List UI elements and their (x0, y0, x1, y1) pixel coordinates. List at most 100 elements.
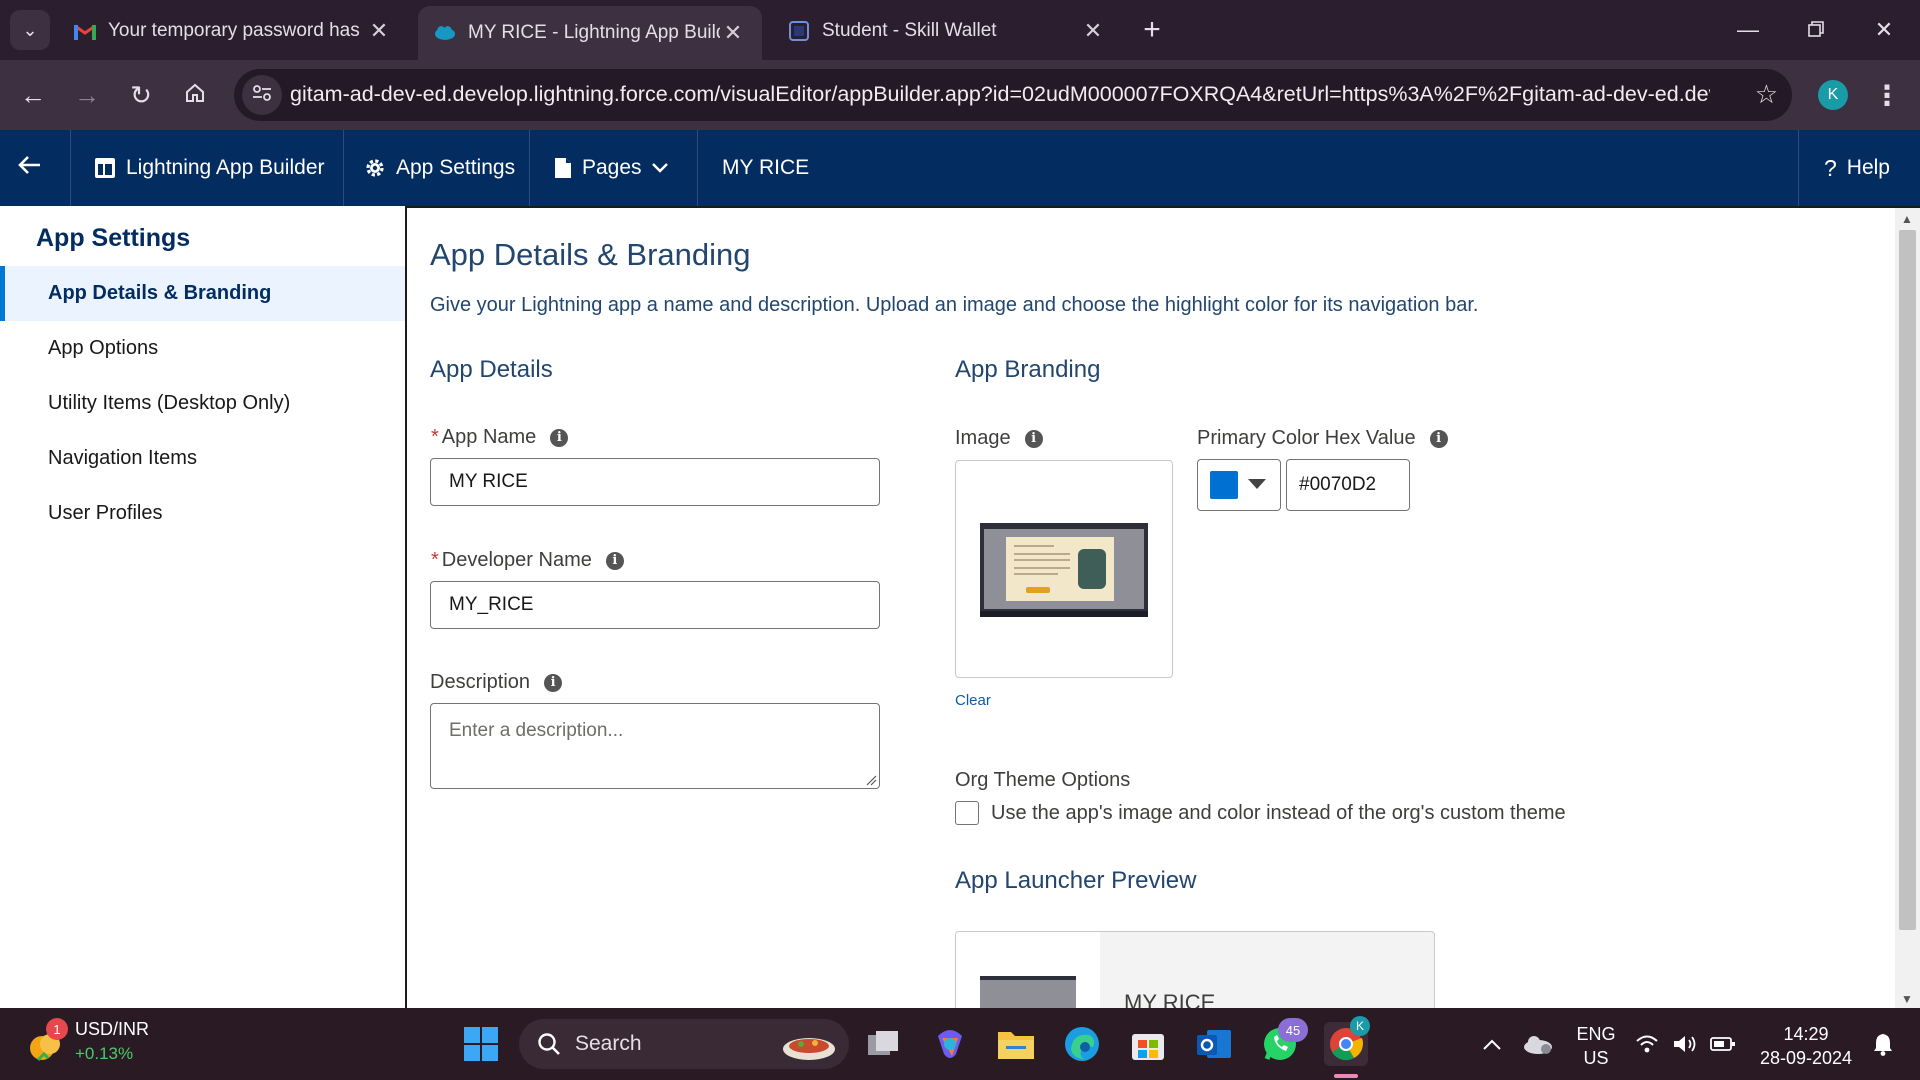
developer-name-label-text: Developer Name (441, 549, 592, 571)
sidebar-item-app-details-branding[interactable]: App Details & Branding (0, 266, 405, 321)
org-theme-label: Org Theme Options (955, 769, 1131, 791)
volume-icon[interactable] (1668, 1022, 1702, 1066)
panel-scrollbar[interactable]: ▲ ▼ (1895, 208, 1920, 1008)
edge-browser-icon[interactable] (1060, 1022, 1104, 1066)
org-theme-checkbox[interactable] (955, 801, 979, 825)
active-app-indicator (1334, 1074, 1358, 1078)
arrow-right-icon: → (74, 79, 100, 110)
whatsapp-badge: 45 (1278, 1018, 1308, 1042)
new-tab-button[interactable]: + (1136, 12, 1168, 48)
app-branding-heading: App Branding (955, 356, 1101, 383)
scroll-down-icon[interactable]: ▼ (1901, 992, 1913, 1006)
developer-name-input[interactable]: MY_RICE (430, 581, 880, 629)
description-placeholder: Enter a description... (449, 720, 624, 741)
sidebar-item-navigation-items[interactable]: Navigation Items (0, 431, 405, 486)
tab-title: MY RICE - Lightning App Builde (468, 22, 720, 43)
outlook-icon[interactable] (1192, 1022, 1236, 1066)
help-button[interactable]: ? Help (1824, 130, 1890, 206)
tab-search-button[interactable]: ⌄ (10, 10, 50, 50)
info-icon[interactable]: i (544, 673, 563, 692)
sidebar-item-utility-items[interactable]: Utility Items (Desktop Only) (0, 376, 405, 431)
arrow-left-icon: ← (20, 79, 46, 110)
org-theme-checkbox-label[interactable]: Use the app's image and color instead of… (991, 802, 1566, 825)
home-icon (184, 80, 206, 111)
back-button[interactable] (0, 130, 70, 206)
pages-menu-button[interactable]: Pages (554, 130, 668, 206)
notification-bell-icon[interactable] (1866, 1022, 1900, 1066)
file-explorer-icon[interactable] (994, 1022, 1038, 1066)
wifi-icon[interactable] (1630, 1022, 1664, 1066)
scrollbar-thumb[interactable] (1899, 230, 1916, 930)
image-label-text: Image (955, 427, 1011, 449)
app-image-uploader[interactable] (955, 460, 1173, 678)
page-icon (555, 158, 571, 178)
copilot-icon[interactable] (928, 1022, 972, 1066)
clock[interactable]: 14:29 28-09-2024 (1752, 1022, 1860, 1070)
widget-title[interactable]: USD/INR (75, 1019, 149, 1040)
bookmark-star-icon[interactable]: ☆ (1755, 79, 1778, 110)
app-image-thumbnail (980, 523, 1148, 617)
browser-menu-icon[interactable]: ⋮ (1872, 78, 1902, 112)
minimize-button[interactable]: — (1718, 10, 1778, 50)
close-icon[interactable]: ✕ (1080, 18, 1106, 44)
home-button[interactable] (174, 74, 216, 116)
onedrive-weather-icon[interactable] (1516, 1022, 1560, 1066)
color-picker-button[interactable] (1197, 459, 1281, 511)
windows-start-icon[interactable] (459, 1022, 503, 1066)
salesforce-cloud-icon (434, 22, 456, 44)
sidebar-item-app-options[interactable]: App Options (0, 321, 405, 376)
show-hidden-icons-chevron-up-icon[interactable] (1470, 1022, 1514, 1066)
microsoft-store-icon[interactable] (1126, 1022, 1170, 1066)
reload-button[interactable]: ↻ (120, 74, 162, 116)
back-button[interactable]: ← (12, 74, 54, 116)
app-details-heading: App Details (430, 356, 553, 383)
close-icon[interactable]: ✕ (720, 20, 746, 46)
info-icon[interactable]: i (1429, 429, 1448, 448)
window-close-button[interactable]: ✕ (1854, 10, 1914, 50)
help-label: Help (1846, 156, 1890, 179)
app-name-label-text: App Name (441, 426, 537, 448)
close-icon[interactable]: ✕ (366, 18, 392, 44)
browser-tab-app-builder[interactable]: MY RICE - Lightning App Builde ✕ (418, 6, 762, 60)
description-label: Description i (430, 671, 563, 694)
skill-wallet-icon (788, 20, 810, 42)
app-settings-button[interactable]: App Settings (364, 130, 515, 206)
forward-button[interactable]: → (66, 74, 108, 116)
page-description: Give your Lightning app a name and descr… (430, 294, 1479, 316)
preview-image-tile (956, 932, 1100, 1008)
tab-title: Your temporary password has b (108, 20, 366, 41)
scroll-up-icon[interactable]: ▲ (1901, 212, 1913, 226)
search-highlight-food-icon (781, 1025, 837, 1069)
primary-color-label-text: Primary Color Hex Value (1197, 427, 1416, 449)
url-text: gitam-ad-dev-ed.develop.lightning.force.… (290, 82, 1710, 106)
info-icon[interactable]: i (605, 551, 624, 570)
info-icon[interactable]: i (550, 428, 569, 447)
info-icon[interactable]: i (1024, 429, 1043, 448)
taskbar-search-box[interactable]: Search (519, 1019, 849, 1069)
restore-icon (1808, 17, 1824, 43)
plus-icon: + (1143, 13, 1161, 46)
profile-avatar[interactable]: K (1818, 80, 1848, 110)
battery-icon[interactable] (1706, 1022, 1740, 1066)
color-hex-input[interactable]: #0070D2 (1286, 459, 1410, 511)
current-app-name: MY RICE (722, 156, 810, 179)
gmail-icon (74, 20, 96, 42)
address-bar[interactable]: gitam-ad-dev-ed.develop.lightning.force.… (234, 69, 1792, 121)
app-details-panel: App Details & Branding Give your Lightni… (405, 206, 1920, 1008)
sidebar-item-user-profiles[interactable]: User Profiles (0, 486, 405, 541)
chrome-profile-badge: K (1350, 1016, 1370, 1036)
language-indicator[interactable]: ENG US (1572, 1022, 1620, 1070)
clear-image-link[interactable]: Clear (955, 692, 991, 709)
sidebar-heading: App Settings (36, 224, 191, 252)
description-textarea[interactable]: Enter a description... (430, 703, 880, 789)
site-info-button[interactable] (242, 75, 282, 115)
app-name-input[interactable]: MY RICE (430, 458, 880, 506)
clock-date: 28-09-2024 (1759, 1048, 1853, 1068)
restore-button[interactable] (1786, 10, 1846, 50)
app-launcher-preview-heading: App Launcher Preview (955, 867, 1197, 894)
browser-tab-gmail[interactable]: Your temporary password has b ✕ (58, 8, 408, 54)
gear-icon (366, 159, 384, 177)
settings-sidebar: App Settings App Details & Branding App … (0, 206, 405, 1008)
task-view-icon[interactable] (862, 1022, 906, 1066)
browser-tab-skill-wallet[interactable]: Student - Skill Wallet ✕ (772, 8, 1122, 54)
